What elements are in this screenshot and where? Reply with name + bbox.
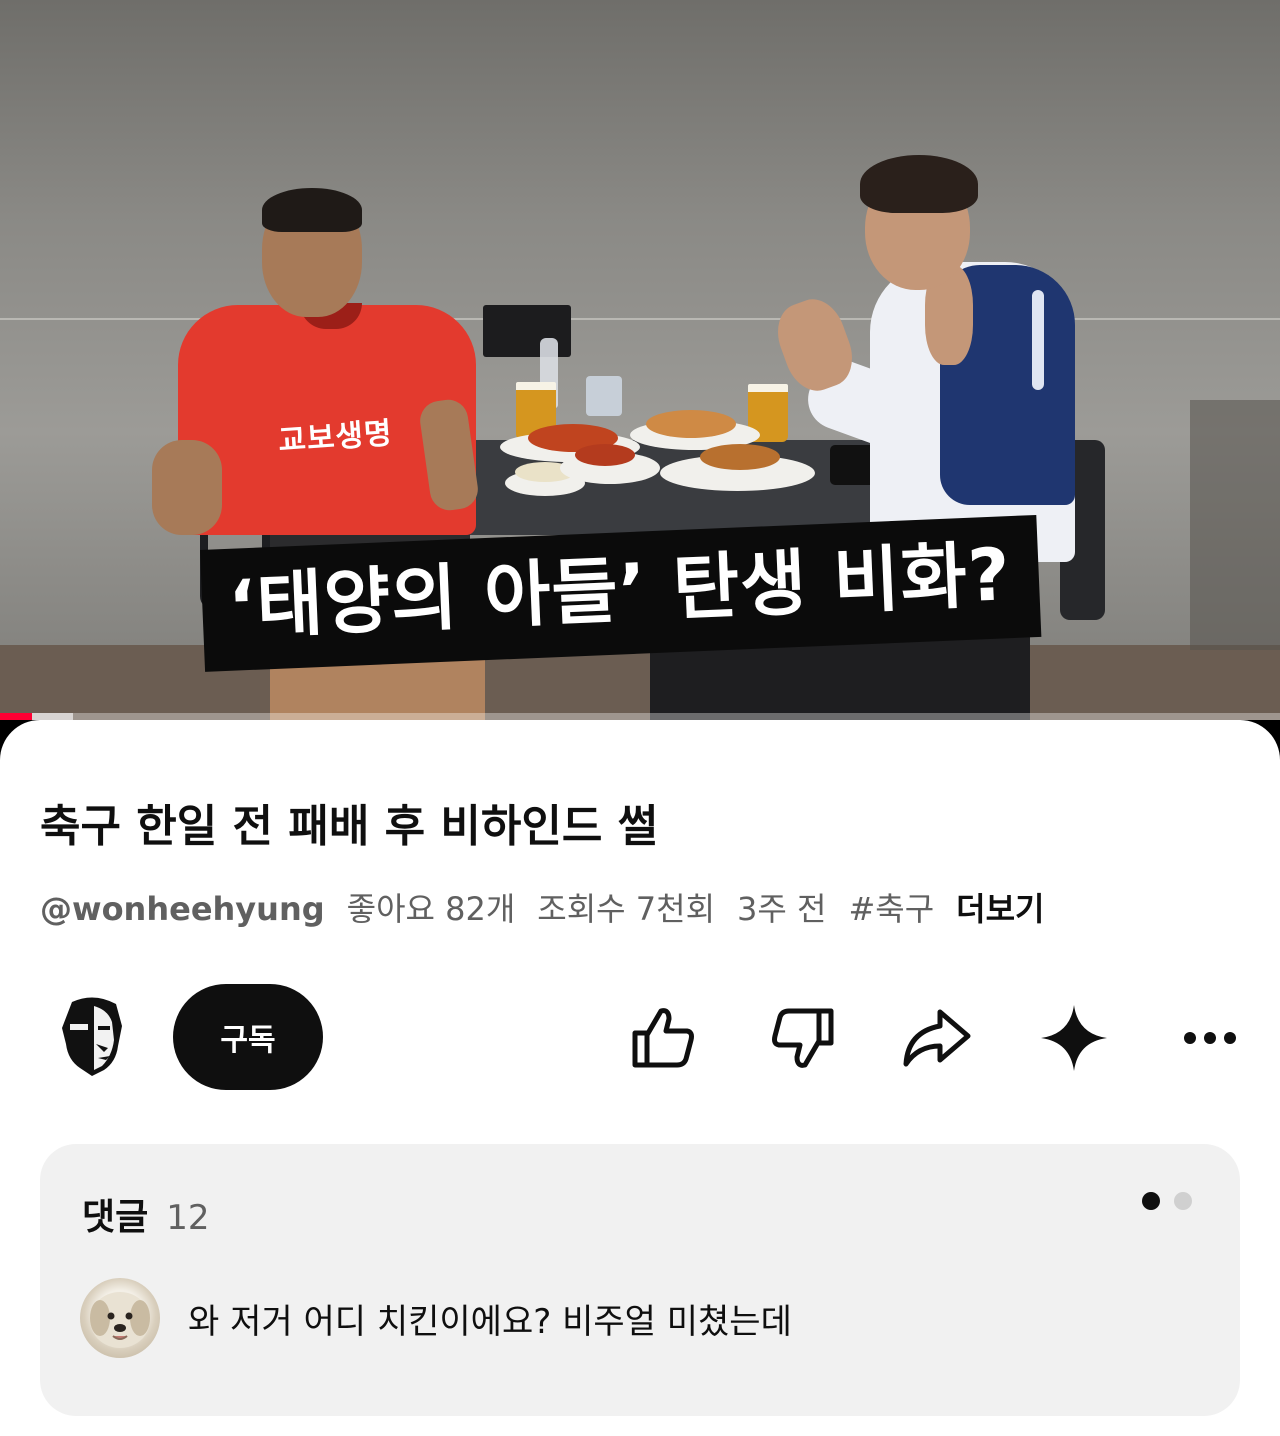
wall-line <box>0 318 1280 320</box>
comments-count: 12 <box>166 1198 210 1238</box>
hashtag-link[interactable]: #축구 <box>848 884 934 930</box>
food <box>700 444 780 470</box>
page-indicator <box>1142 1192 1192 1210</box>
table <box>430 440 878 535</box>
more-link[interactable]: 더보기 <box>956 884 1044 930</box>
video-player[interactable]: 교보생명 ‘태양의 아들’ 탄생 비화? <box>0 0 1280 720</box>
food <box>575 444 635 466</box>
share-icon[interactable] <box>896 998 976 1078</box>
container <box>586 376 622 416</box>
view-count: 조회수 7천회 <box>537 890 716 928</box>
floor <box>0 645 1280 720</box>
page-dot-active <box>1142 1192 1160 1210</box>
thumbs-down-icon[interactable] <box>762 998 842 1078</box>
progress-bar[interactable] <box>0 713 1280 720</box>
thumbs-up-icon[interactable] <box>624 998 704 1078</box>
commenter-avatar <box>80 1278 160 1358</box>
channel-avatar[interactable] <box>58 996 130 1078</box>
person-right-hair <box>860 155 978 213</box>
person-left-arm <box>152 440 222 535</box>
comments-label: 댓글 <box>82 1197 149 1238</box>
progress-buffer <box>32 713 73 720</box>
channel-handle[interactable]: @wonheehyung <box>40 890 325 928</box>
action-row: 구독 <box>40 984 1250 1092</box>
comment-text: 와 저거 어디 치킨이에요? 비주얼 미쳤는데 <box>188 1301 792 1342</box>
comments-card[interactable]: 댓글 12 와 저거 어디 치킨이에요? 비주얼 미쳤는데 <box>40 1144 1240 1416</box>
jacket-stripe <box>1032 290 1044 390</box>
person-left-hair <box>262 188 362 232</box>
background-railing <box>1190 400 1280 650</box>
upload-age: 3주 전 <box>737 890 827 928</box>
like-count: 좋아요 82개 <box>346 890 516 928</box>
comments-header: 댓글 12 <box>82 1188 210 1240</box>
page-dot-inactive <box>1174 1192 1192 1210</box>
food <box>646 410 736 438</box>
video-info-sheet: 축구 한일 전 패배 후 비하인드 썰 @wonheehyung 좋아요 82개… <box>0 720 1280 1436</box>
video-meta[interactable]: @wonheehyung 좋아요 82개 조회수 7천회 3주 전 #축구 더보… <box>40 884 1044 930</box>
comment-item[interactable]: 와 저거 어디 치킨이에요? 비주얼 미쳤는데 <box>80 1278 792 1358</box>
jersey-sponsor-text: 교보생명 <box>277 416 394 459</box>
video-title[interactable]: 축구 한일 전 패배 후 비하인드 썰 <box>40 790 1240 854</box>
sparkle-icon[interactable] <box>1034 998 1114 1078</box>
progress-fill <box>0 713 32 720</box>
more-icon[interactable] <box>1170 998 1250 1078</box>
subscribe-button[interactable]: 구독 <box>173 984 323 1090</box>
